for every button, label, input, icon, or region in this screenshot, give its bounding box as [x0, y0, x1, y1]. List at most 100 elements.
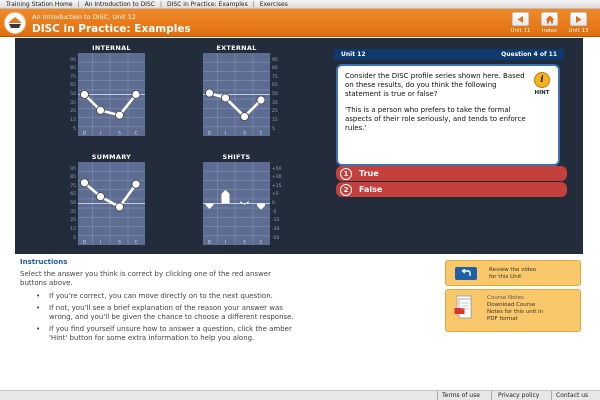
next-unit-button[interactable]	[570, 12, 587, 26]
privacy-policy-link[interactable]: Privacy policy	[498, 392, 539, 399]
bullet-icon: •	[36, 292, 41, 300]
arrow-right-icon	[576, 15, 582, 23]
axis-tick-label: 95	[70, 166, 76, 172]
axis-letter: C	[260, 131, 263, 136]
internal-point-C	[131, 90, 141, 99]
axis-letter: D	[83, 240, 86, 245]
pdf-document-icon	[454, 295, 472, 319]
axis-tick-label: 15	[70, 117, 76, 123]
summary-point-D	[80, 178, 89, 188]
question-box: Consider the DISC profile series shown h…	[336, 64, 560, 166]
question-statement: 'This is a person who prefers to take th…	[345, 106, 526, 132]
axis-letter: S	[118, 240, 121, 245]
axis-letter: C	[260, 240, 263, 245]
breadcrumb-separator: |	[252, 0, 255, 8]
axis-letter: C	[135, 131, 138, 136]
course-notes-card[interactable]: Course Notes Download Course Notes for t…	[445, 289, 581, 332]
instructions-text: Select the answer you think is correct b…	[20, 270, 271, 287]
internal-graph-plot: DISC	[78, 53, 145, 136]
axis-tick-label: 85	[272, 66, 278, 72]
internal-graph: INTERNAL D I S C 95 85 75 65 50 35 25 15 5	[70, 44, 145, 136]
axis-tick-label: 35	[272, 100, 278, 106]
breadcrumb-separator: |	[77, 0, 80, 8]
page-title: DISC in Practice: Examples	[32, 23, 191, 35]
breadcrumb-course[interactable]: An Introduction to DISC	[85, 1, 155, 8]
axis-tick-label: 25	[70, 109, 76, 115]
review-video-card[interactable]: Review the video for this Unit	[445, 260, 581, 286]
video-replay-icon	[455, 267, 477, 280]
terms-of-use-link[interactable]: Terms of use	[442, 392, 480, 399]
course-notes-title: Course Notes	[487, 295, 524, 301]
hint-button[interactable]: i HINT	[531, 72, 553, 96]
question-panel: INTERNAL D I S C 95 85 75 65 50 35 25 15 5 EXTERNAL …	[15, 38, 583, 254]
axis-letter: S	[118, 131, 121, 136]
question-header: Unit 12 Question 4 of 11	[334, 49, 564, 60]
review-video-text: Review the video for this Unit	[489, 267, 536, 281]
breadcrumb-unit[interactable]: DISC in Practice: Examples	[167, 1, 248, 8]
training-station-logo	[4, 12, 26, 34]
axis-letter: S	[243, 131, 246, 136]
shifts-graph: SHIFTS D I S C +50 +30 +15 +5 0 -5 -15 -30 -50	[203, 153, 282, 245]
axis-tick-label: 5	[73, 126, 76, 132]
index-label[interactable]: Index	[538, 28, 561, 34]
answer-true-button[interactable]: 1 True	[336, 166, 567, 181]
axis-tick-label: 75	[272, 74, 278, 80]
course-notes-line: Notes for this unit in	[487, 309, 544, 315]
review-video-line: for this Unit	[489, 274, 522, 280]
answer-false-button[interactable]: 2 False	[336, 182, 567, 197]
external-graph: EXTERNAL D I S C 95 85 75 65 50 35 25 15 5	[203, 44, 278, 136]
axis-tick-label: 15	[70, 226, 76, 232]
footer-separator	[551, 391, 552, 400]
external-graph-title: EXTERNAL	[216, 44, 257, 52]
next-unit-label[interactable]: Unit 13	[565, 28, 592, 34]
answer-label: True	[359, 169, 379, 178]
internal-graph-title: INTERNAL	[92, 44, 131, 52]
axis-tick-label: 5	[73, 235, 76, 241]
axis-tick-label: +50	[272, 166, 282, 172]
axis-tick-label: 95	[70, 57, 76, 63]
hint-label: HINT	[534, 90, 550, 96]
arrow-left-icon	[517, 15, 523, 23]
contact-us-link[interactable]: Contact us	[556, 392, 588, 399]
previous-unit-label[interactable]: Unit 11	[507, 28, 534, 34]
axis-tick-label: -5	[272, 209, 277, 215]
axis-tick-label: 75	[70, 74, 76, 80]
axis-letter: I	[100, 131, 101, 136]
axis-tick-label: -50	[272, 235, 280, 241]
footer-separator	[437, 391, 438, 400]
instruction-item: • If not, you'll see a brief explanation …	[36, 304, 306, 322]
axis-tick-label: 85	[70, 175, 76, 181]
instructions-heading: Instructions	[20, 258, 68, 266]
summary-graph-plot: DISC	[78, 162, 145, 245]
home-icon	[545, 15, 554, 23]
shifts-graph-plot: DISC	[203, 162, 270, 245]
answer-number: 2	[340, 183, 352, 196]
axis-tick-label: -30	[272, 226, 280, 232]
previous-unit-button[interactable]	[512, 12, 529, 26]
breadcrumb-exercises[interactable]: Exercises	[260, 1, 288, 8]
question-text: Consider the DISC profile series shown h…	[345, 72, 525, 98]
summary-graph: SUMMARY D I S C 95 85 75 65 50 35 25 15 5	[70, 153, 145, 245]
breadcrumb: Training Station Home | An Introduction …	[0, 0, 600, 9]
axis-tick-label: 65	[272, 83, 278, 89]
review-video-line: Review the video	[489, 267, 537, 273]
internal-point-I	[96, 105, 105, 115]
summary-point-I	[96, 192, 105, 201]
breadcrumb-home[interactable]: Training Station Home	[6, 1, 73, 8]
axis-tick-label: +5	[272, 192, 279, 198]
index-button[interactable]	[541, 12, 558, 26]
course-notes-line: Download Course	[487, 302, 536, 308]
footer: Terms of use Privacy policy Contact us	[0, 390, 600, 400]
axis-letter: D	[208, 240, 211, 245]
external-point-S	[240, 112, 249, 121]
answer-number: 1	[340, 167, 352, 180]
axis-letter: I	[100, 240, 101, 245]
question-unit: Unit 12	[341, 51, 366, 58]
axis-tick-label: 85	[70, 66, 76, 72]
external-point-D	[205, 88, 214, 98]
axis-tick-label: +15	[272, 183, 282, 189]
axis-letter: C	[135, 240, 138, 245]
instruction-item: • If you find yourself unsure how to answ…	[36, 325, 306, 343]
bullet-icon: •	[36, 304, 41, 312]
instruction-text: If you're correct, you can move directly…	[49, 292, 273, 300]
